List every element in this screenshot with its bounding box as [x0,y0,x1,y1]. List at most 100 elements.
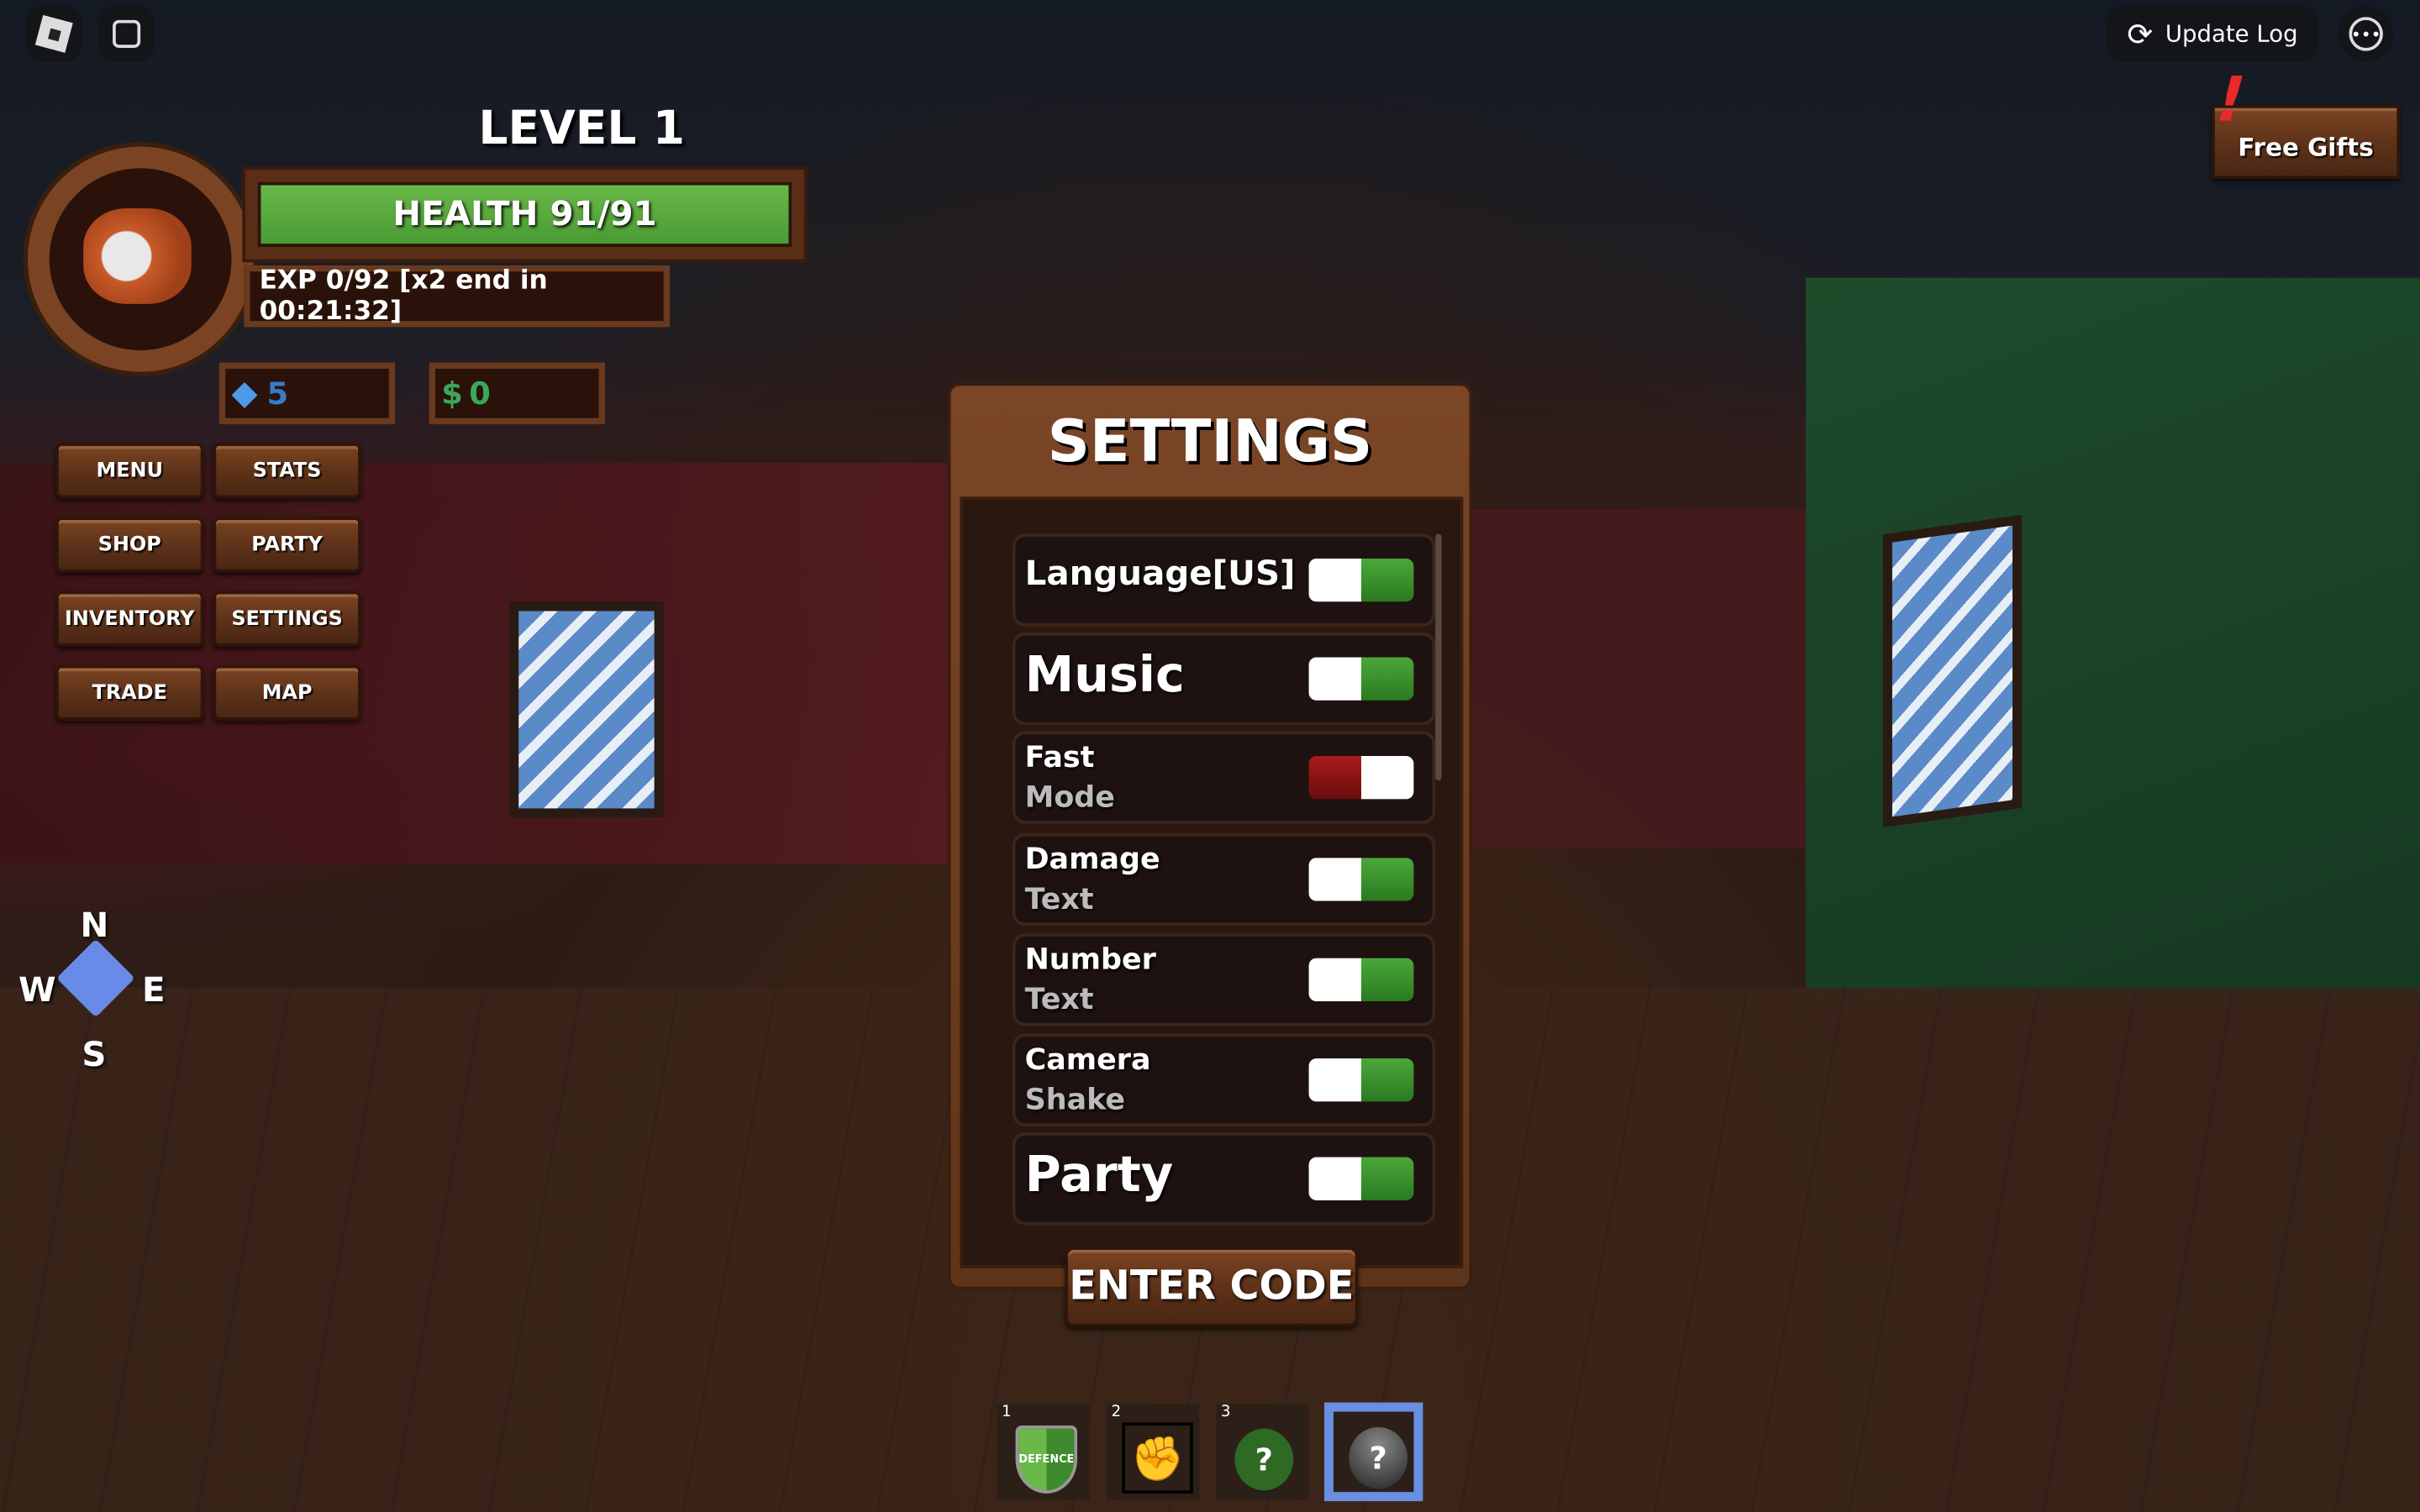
toggle-on-fill [1360,1157,1414,1200]
avatar-frame [28,146,254,372]
more-options-button[interactable]: ••• [2338,6,2394,62]
main-menu: MENU STATS SHOP PARTY INVENTORY SETTINGS… [55,443,361,721]
gems-display: ◆ 5 [218,362,396,425]
toggle-knob [1308,558,1361,602]
setting-label: Fast Mode [1025,738,1115,818]
game-viewport[interactable]: ⟳ Update Log ••• Free Gifts ! LEVEL 1 HE… [0,0,2420,1512]
slot-number: 1 [1002,1404,1012,1421]
stats-button[interactable]: STATS [213,443,361,499]
hotbar-slot-1[interactable]: 1 DEFENCE [997,1404,1090,1500]
toggle-knob [1308,1058,1361,1102]
money-display: $ 0 [429,362,605,425]
setting-label: Number Text [1025,940,1156,1021]
toggle-off-fill [1308,755,1361,800]
setting-toggle[interactable] [1308,558,1414,602]
party-button[interactable]: PARTY [213,517,361,573]
compass-east: E [141,972,166,1011]
refresh-icon: ⟳ [2127,15,2154,53]
setting-row: Number Text [1012,933,1436,1026]
health-fill: HEALTH 91/91 [257,181,792,247]
compass-star-icon [56,938,135,1018]
setting-row: Damage Text [1012,832,1436,927]
shop-button[interactable]: SHOP [55,517,204,573]
mystery-fruit-icon: ? [1349,1426,1408,1489]
inventory-button[interactable]: INVENTORY [55,591,204,647]
settings-title: SETTINGS [1047,407,1373,475]
diamond-icon: ◆ [231,374,258,413]
background-window [1882,514,2023,828]
setting-toggle[interactable] [1308,958,1414,1002]
chat-button[interactable] [98,6,155,62]
menu-button[interactable]: MENU [55,443,204,499]
scrollbar[interactable] [1435,533,1442,781]
toggle-knob [1308,1157,1361,1200]
setting-label-text: Party [1024,1144,1174,1204]
setting-label-line2: Shake [1024,1083,1126,1117]
setting-label-line2: Text [1024,882,1094,917]
toggle-knob [1308,958,1361,1002]
background-wall [1465,509,1837,849]
toggle-on-fill [1360,558,1414,602]
setting-toggle[interactable] [1308,858,1414,901]
setting-toggle[interactable] [1308,1058,1414,1102]
roblox-logo-icon [34,14,73,53]
toggle-knob [1308,657,1361,701]
avatar [83,207,192,304]
toggle-on-fill [1360,858,1414,901]
settings-list[interactable]: Language[US] Music Fast Mode Damage Text Numbe… [960,496,1464,1268]
setting-toggle[interactable] [1308,755,1414,800]
hotbar-slot-3[interactable]: 3 ? [1216,1404,1309,1500]
setting-toggle[interactable] [1308,657,1414,701]
setting-row: Camera Shake [1012,1033,1436,1126]
toggle-on-fill [1360,657,1414,701]
update-log-label: Update Log [2165,19,2298,48]
background-window [509,601,664,818]
setting-label: Music [1025,645,1185,704]
compass-south: S [82,1037,107,1076]
setting-label-line2: Text [1024,982,1094,1017]
toggle-knob [1308,858,1361,901]
setting-toggle[interactable] [1308,1157,1414,1200]
enter-code-button[interactable]: ENTER CODE [1065,1247,1359,1327]
toggle-on-fill [1360,1058,1414,1102]
settings-button[interactable]: SETTINGS [213,591,361,647]
map-button[interactable]: MAP [213,664,361,721]
update-log-button[interactable]: ⟳ Update Log [2107,6,2318,62]
slot-number: 3 [1220,1404,1231,1421]
compass-west: W [18,972,56,1011]
setting-label-text: Music [1024,644,1185,704]
trade-button[interactable]: TRADE [55,664,204,721]
ellipsis-icon: ••• [2349,17,2383,51]
hotbar-slot-2[interactable]: 2 ✊ [1106,1404,1200,1500]
level-label: LEVEL 1 [478,102,686,156]
setting-label: Camera Shake [1025,1040,1151,1121]
fruit-label: ? [1255,1441,1273,1478]
compass-north: N [80,906,109,946]
mystery-fruit-icon: ? [1234,1428,1294,1491]
setting-label: Language[US] [1025,555,1296,594]
fist-icon: ✊ [1122,1422,1193,1494]
slot-number: 2 [1111,1404,1122,1421]
settings-panel: SETTINGS Language[US] Music Fast Mode Damage… [947,382,1473,1327]
gems-value: 5 [266,375,289,412]
chat-icon [113,19,141,48]
toggle-knob [1360,755,1414,800]
money-value: 0 [469,375,491,412]
fruit-label: ? [1369,1439,1387,1477]
roblox-menu-button[interactable] [26,6,82,62]
shield-label: DEFENCE [1018,1453,1075,1466]
hotbar-slot-4-selected[interactable]: ? [1323,1402,1423,1502]
setting-label-line1: Damage [1024,842,1160,877]
setting-row: Party [1012,1132,1436,1226]
free-gifts-label: Free Gifts [2238,132,2374,161]
compass: N S E W [18,907,173,1077]
setting-label-text: Language[US] [1024,555,1296,595]
setting-label-line2: Mode [1024,780,1115,815]
setting-label: Damage Text [1025,839,1160,920]
setting-row: Fast Mode [1012,731,1436,824]
defence-shield-icon: DEFENCE [1015,1425,1078,1494]
setting-label: Party [1025,1145,1174,1204]
health-label: HEALTH 91/91 [392,195,657,234]
setting-label-line1: Fast [1024,740,1095,775]
setting-row: Language[US] [1012,533,1436,627]
